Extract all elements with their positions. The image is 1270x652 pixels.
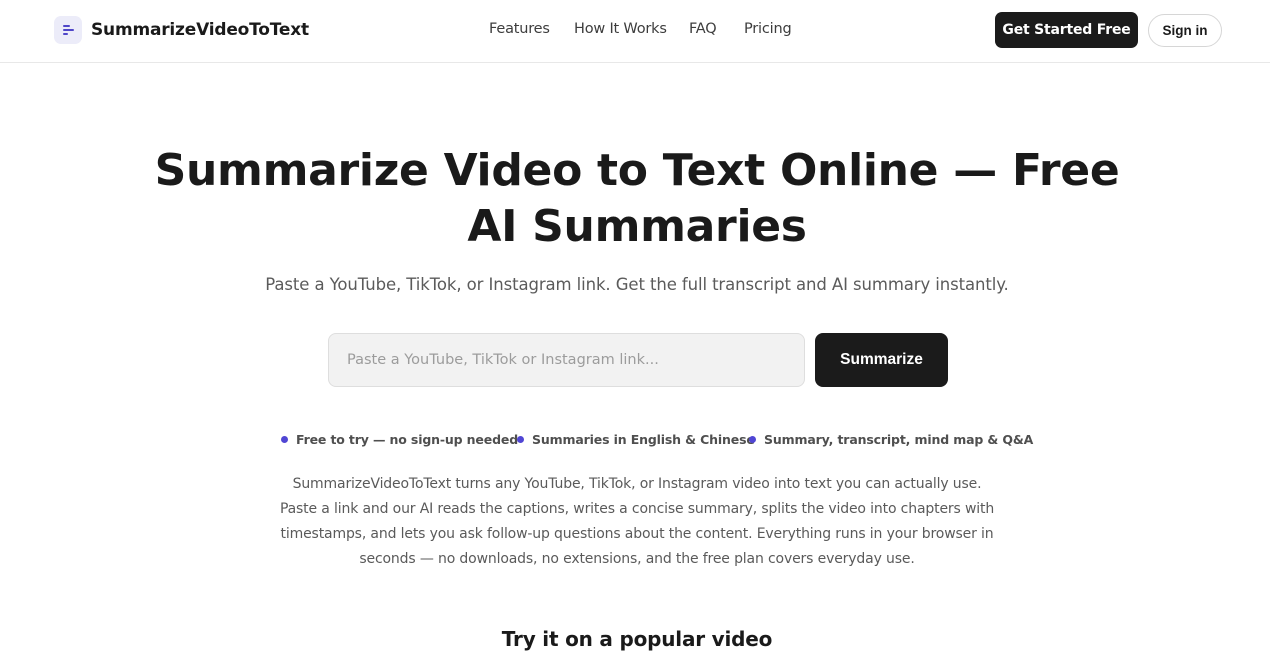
feature-item: Summary, transcript, mind map & Q&A bbox=[749, 430, 1033, 448]
dot-icon bbox=[517, 435, 524, 443]
summary-lines-icon bbox=[54, 16, 82, 44]
feature-item: Summaries in English & Chinese bbox=[517, 430, 755, 448]
feature-label: Free to try — no sign-up needed bbox=[296, 431, 518, 447]
popular-video-heading: Try it on a popular video bbox=[501, 627, 773, 651]
brand-logo[interactable]: SummarizeVideoToText bbox=[54, 16, 309, 44]
hero-title-line-1: Summarize Video to Text Online — Free bbox=[154, 145, 1120, 196]
video-link-input[interactable] bbox=[328, 333, 805, 387]
site-header: SummarizeVideoToText Features How It Wor… bbox=[0, 0, 1270, 63]
feature-item: Free to try — no sign-up needed bbox=[281, 430, 518, 448]
feature-label: Summary, transcript, mind map & Q&A bbox=[764, 431, 1034, 447]
nav-link-how-it-works[interactable]: How It Works bbox=[574, 21, 667, 37]
nav-link-pricing[interactable]: Pricing bbox=[744, 21, 792, 37]
hero-subtitle: Paste a YouTube, TikTok, or Instagram li… bbox=[265, 275, 1009, 294]
hero-title: Summarize Video to Text Online — Free AI… bbox=[135, 143, 1139, 255]
summarize-button[interactable]: Summarize bbox=[815, 333, 948, 387]
hero-title-line-2: AI Summaries bbox=[467, 201, 807, 252]
nav-link-features[interactable]: Features bbox=[489, 21, 550, 37]
brand-name: SummarizeVideoToText bbox=[91, 20, 309, 40]
sign-in-button[interactable]: Sign in bbox=[1148, 14, 1222, 47]
nav-link-faq[interactable]: FAQ bbox=[689, 21, 717, 37]
feature-label: Summaries in English & Chinese bbox=[532, 431, 755, 447]
dot-icon bbox=[281, 435, 288, 443]
dot-icon bbox=[749, 435, 756, 443]
get-started-button[interactable]: Get Started Free bbox=[995, 12, 1138, 48]
product-description: SummarizeVideoToText turns any YouTube, … bbox=[279, 476, 995, 567]
